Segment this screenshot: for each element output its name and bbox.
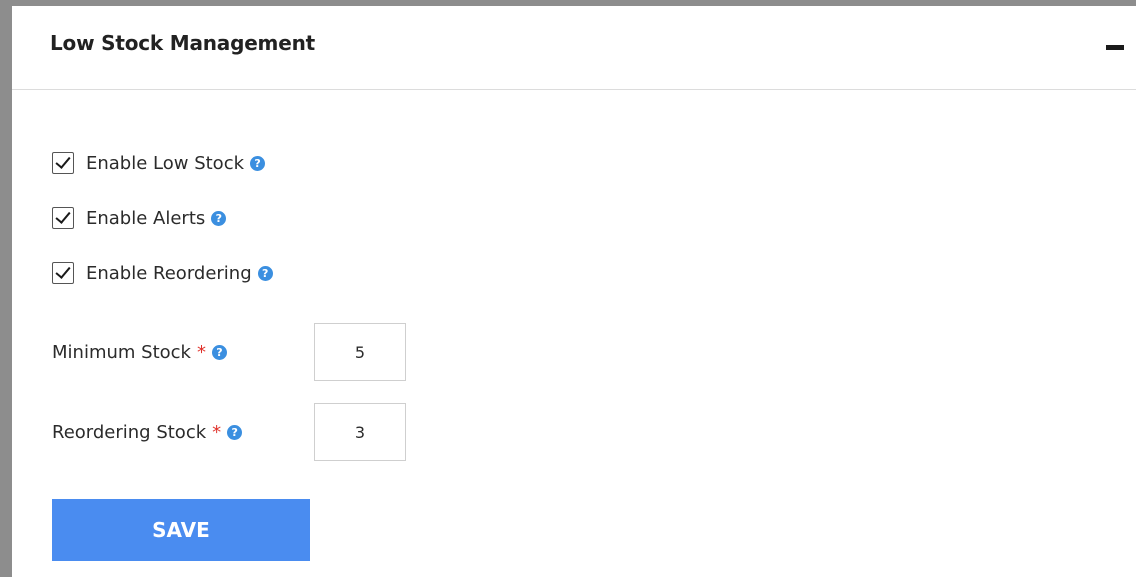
minimum-stock-label-group: Minimum Stock * ? — [52, 342, 227, 363]
required-mark: * — [212, 421, 222, 443]
enable-alerts-label: Enable Alerts — [86, 207, 206, 229]
enable-low-stock-row: Enable Low Stock ? — [52, 149, 266, 177]
minimum-stock-input[interactable] — [314, 323, 406, 381]
reordering-stock-input[interactable] — [314, 403, 406, 461]
enable-reordering-label: Enable Reordering — [86, 262, 252, 284]
enable-reordering-checkbox[interactable] — [52, 262, 74, 284]
enable-alerts-checkbox[interactable] — [52, 207, 74, 229]
collapse-button[interactable] — [1102, 35, 1132, 61]
panel-title: Low Stock Management — [50, 31, 315, 55]
help-icon[interactable]: ? — [211, 210, 227, 226]
check-icon — [55, 153, 71, 169]
help-icon[interactable]: ? — [257, 265, 273, 281]
help-icon[interactable]: ? — [227, 424, 243, 440]
minimum-stock-label: Minimum Stock — [52, 341, 191, 363]
minus-icon — [1106, 45, 1124, 50]
save-button[interactable]: SAVE — [52, 499, 310, 561]
reordering-stock-label-group: Reordering Stock * ? — [52, 421, 243, 443]
check-icon — [55, 208, 71, 224]
check-icon — [55, 263, 71, 279]
panel-header: Low Stock Management — [12, 6, 1136, 90]
enable-alerts-row: Enable Alerts ? — [52, 204, 227, 232]
reordering-stock-label: Reordering Stock — [52, 421, 207, 443]
enable-reordering-row: Enable Reordering ? — [52, 259, 273, 287]
help-icon[interactable]: ? — [211, 344, 227, 360]
enable-low-stock-checkbox[interactable] — [52, 152, 74, 174]
low-stock-panel: Low Stock Management Enable Low Stock ? … — [12, 6, 1136, 577]
enable-low-stock-label: Enable Low Stock — [86, 152, 245, 174]
help-icon[interactable]: ? — [250, 155, 266, 171]
required-mark: * — [196, 341, 206, 363]
